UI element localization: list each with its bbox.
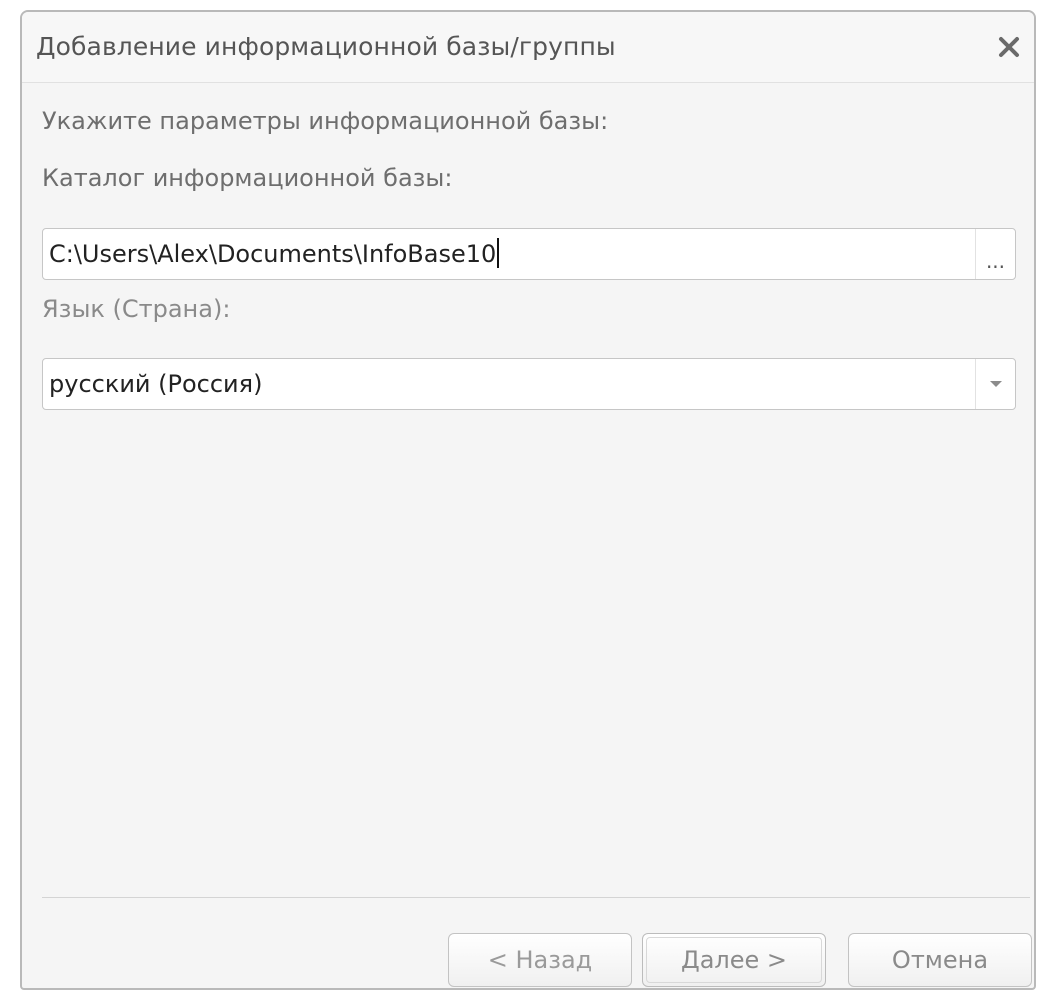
dialog-title: Добавление информационной базы/группы	[36, 32, 616, 61]
cancel-button[interactable]: Отмена	[848, 933, 1032, 987]
params-heading: Укажите параметры информационной базы:	[42, 107, 609, 135]
catalog-path-field[interactable]: C:\Users\Alex\Documents\InfoBase10 ...	[42, 228, 1016, 280]
browse-button[interactable]: ...	[975, 229, 1015, 279]
dialog-titlebar: Добавление информационной базы/группы	[22, 12, 1034, 83]
next-button-label: Далее >	[646, 937, 822, 983]
chevron-down-icon	[990, 381, 1002, 387]
language-value: русский (Россия)	[49, 370, 263, 398]
browse-dots-icon: ...	[985, 249, 1006, 273]
language-dropdown-button[interactable]	[975, 359, 1015, 409]
back-button[interactable]: < Назад	[448, 933, 632, 987]
catalog-path-value[interactable]: C:\Users\Alex\Documents\InfoBase10	[43, 229, 500, 279]
close-button[interactable]	[992, 30, 1026, 64]
language-label: Язык (Страна):	[42, 295, 231, 323]
language-select[interactable]: русский (Россия)	[42, 358, 1016, 410]
close-icon	[999, 37, 1019, 57]
next-button[interactable]: Далее >	[642, 933, 826, 987]
dialog-content: Укажите параметры информационной базы: К…	[22, 83, 1034, 988]
footer-separator	[42, 897, 1030, 898]
catalog-label: Каталог информационной базы:	[42, 164, 453, 192]
text-caret	[497, 238, 500, 268]
add-infobase-dialog: Добавление информационной базы/группы Ук…	[20, 10, 1036, 990]
